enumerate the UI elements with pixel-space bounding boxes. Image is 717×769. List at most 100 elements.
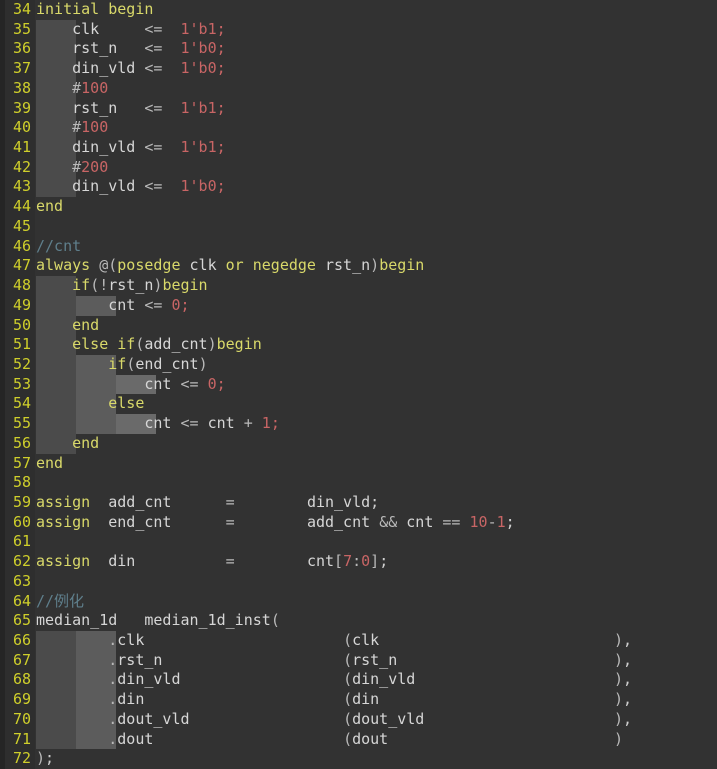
- code-line[interactable]: 39 rst_n <= 1'b1;: [0, 98, 717, 119]
- code-line[interactable]: 37 din_vld <= 1'b0;: [0, 59, 717, 79]
- code-line[interactable]: 52 if(end_cnt): [0, 354, 717, 375]
- code-line[interactable]: 38 #100: [0, 78, 717, 99]
- code-line-text[interactable]: #100: [36, 79, 108, 99]
- line-number: 52: [12, 354, 31, 373]
- code-line-text[interactable]: end: [36, 316, 99, 336]
- code-line-text[interactable]: rst_n <= 1'b0;: [36, 39, 226, 59]
- code-line[interactable]: 48 if(!rst_n)begin: [0, 276, 717, 296]
- code-line-text[interactable]: .dout (dout ): [36, 730, 623, 750]
- code-line[interactable]: 70 .dout_vld (dout_vld ),: [0, 709, 717, 730]
- code-line[interactable]: 41 din_vld <= 1'b1;: [0, 138, 717, 158]
- code-line-text[interactable]: median_1d median_1d_inst(: [36, 611, 280, 631]
- code-token-kw: if: [117, 335, 136, 354]
- code-line-text[interactable]: #200: [36, 158, 108, 178]
- code-line-text[interactable]: );: [36, 749, 54, 769]
- code-line[interactable]: 53 cnt <= 0;: [0, 374, 717, 395]
- code-line[interactable]: 71 .dout (dout ): [0, 729, 717, 750]
- line-number: 35: [12, 19, 31, 38]
- code-line-text[interactable]: clk <= 1'b1;: [36, 20, 226, 40]
- code-line[interactable]: 47 always @(posedge clk or negedge rst_n)…: [0, 256, 717, 276]
- code-line[interactable]: 36 rst_n <= 1'b0;: [0, 39, 717, 60]
- code-line-text[interactable]: else: [36, 394, 144, 414]
- code-line[interactable]: 72);: [0, 749, 717, 769]
- code-line[interactable]: 35 clk <= 1'b1;: [0, 19, 717, 40]
- code-token-kw: or: [225, 256, 244, 275]
- code-line[interactable]: 43 din_vld <= 1'b0;: [0, 177, 717, 198]
- code-line-text[interactable]: .din (din ),: [36, 690, 632, 710]
- code-token-id: cnt: [144, 374, 172, 393]
- code-line[interactable]: 60 assign end_cnt = add_cnt && cnt == 10-…: [0, 513, 717, 533]
- code-line[interactable]: 44 end: [0, 197, 717, 217]
- code-line-text[interactable]: assign din = cnt[7:0];: [36, 552, 388, 572]
- code-line[interactable]: 40 #100: [0, 118, 717, 139]
- code-token-num: ;: [216, 98, 226, 117]
- code-line[interactable]: 65 median_1d median_1d_inst(: [0, 611, 717, 631]
- code-line-text[interactable]: if(!rst_n)begin: [36, 276, 207, 296]
- code-line-text[interactable]: assign end_cnt = add_cnt && cnt == 10-1;: [36, 513, 515, 533]
- code-line-text[interactable]: end: [36, 197, 63, 217]
- code-line[interactable]: 69 .din (din ),: [0, 690, 717, 710]
- code-token-num: ;: [216, 374, 226, 393]
- code-token-num: 1'b1: [180, 138, 217, 157]
- code-line[interactable]: 62 assign din = cnt[7:0];: [0, 552, 717, 572]
- code-line[interactable]: 67 .rst_n (rst_n ),: [0, 650, 717, 671]
- code-token-op: <=: [144, 59, 163, 78]
- code-token-op: (: [343, 709, 353, 728]
- code-token-op: .: [108, 650, 118, 669]
- code-line[interactable]: 50 end: [0, 315, 717, 336]
- code-line-text[interactable]: always @(posedge clk or negedge rst_n)be…: [36, 256, 424, 276]
- code-token-id: dout_vld: [117, 709, 190, 728]
- code-line-text[interactable]: .clk (clk ),: [36, 631, 632, 651]
- code-line-text[interactable]: cnt <= 0;: [36, 296, 189, 316]
- line-number: 50: [12, 315, 31, 334]
- code-line[interactable]: 63: [0, 572, 717, 592]
- code-line[interactable]: 42 #200: [0, 157, 717, 178]
- line-number: 53: [12, 374, 31, 393]
- code-line-text[interactable]: din_vld <= 1'b1;: [36, 138, 226, 158]
- code-content-area[interactable]: 34 initial begin 35 clk <= 1'b1; 36 rst_n <…: [0, 0, 717, 769]
- code-line-text[interactable]: assign add_cnt = din_vld;: [36, 493, 379, 513]
- code-line[interactable]: 57 end: [0, 454, 717, 474]
- code-line-text[interactable]: din_vld <= 1'b0;: [36, 59, 226, 79]
- code-line-text[interactable]: .dout_vld (dout_vld ),: [36, 710, 632, 730]
- code-editor[interactable]: 34 initial begin 35 clk <= 1'b1; 36 rst_n <…: [0, 0, 717, 769]
- code-line-text[interactable]: //cnt: [36, 237, 81, 257]
- code-line[interactable]: 61: [0, 532, 717, 552]
- code-token-op: <=: [180, 374, 199, 393]
- code-line[interactable]: 46 //cnt: [0, 237, 717, 257]
- code-line[interactable]: 49 cnt <= 0;: [0, 295, 717, 316]
- code-line-text[interactable]: end: [36, 454, 63, 474]
- code-line[interactable]: 55 cnt <= cnt + 1;: [0, 414, 717, 434]
- code-line[interactable]: 34 initial begin: [0, 0, 717, 20]
- code-line-text[interactable]: cnt <= cnt + 1;: [36, 414, 279, 434]
- code-line[interactable]: 54 else: [0, 394, 717, 415]
- code-line-text[interactable]: #100: [36, 118, 108, 138]
- code-token-kw: begin: [379, 256, 425, 275]
- code-line-text[interactable]: din_vld <= 1'b0;: [36, 177, 226, 197]
- code-line-text[interactable]: cnt <= 0;: [36, 374, 226, 395]
- code-line-text[interactable]: .din_vld (din_vld ),: [36, 670, 632, 690]
- line-number: 58: [12, 473, 31, 492]
- code-line-text[interactable]: rst_n <= 1'b1;: [36, 99, 226, 119]
- code-line[interactable]: 56 end: [0, 433, 717, 454]
- code-line-text[interactable]: else if(add_cnt)begin: [36, 335, 262, 355]
- code-line[interactable]: 68 .din_vld (din_vld ),: [0, 670, 717, 691]
- code-line-text[interactable]: initial begin: [36, 0, 153, 20]
- code-line[interactable]: 64 //例化: [0, 592, 717, 612]
- code-line[interactable]: 59 assign add_cnt = din_vld;: [0, 493, 717, 513]
- code-line[interactable]: 58: [0, 473, 717, 493]
- code-line[interactable]: 66 .clk (clk ),: [0, 631, 717, 651]
- code-line[interactable]: 45: [0, 217, 717, 237]
- code-line-text[interactable]: end: [36, 434, 99, 454]
- code-line-text[interactable]: .rst_n (rst_n ),: [36, 651, 632, 671]
- code-line[interactable]: 51 else if(add_cnt)begin: [0, 335, 717, 355]
- code-line-text[interactable]: if(end_cnt): [36, 355, 207, 375]
- line-number: 48: [12, 276, 31, 295]
- code-token-num: ;: [216, 59, 226, 78]
- code-line-text[interactable]: //例化: [36, 592, 84, 612]
